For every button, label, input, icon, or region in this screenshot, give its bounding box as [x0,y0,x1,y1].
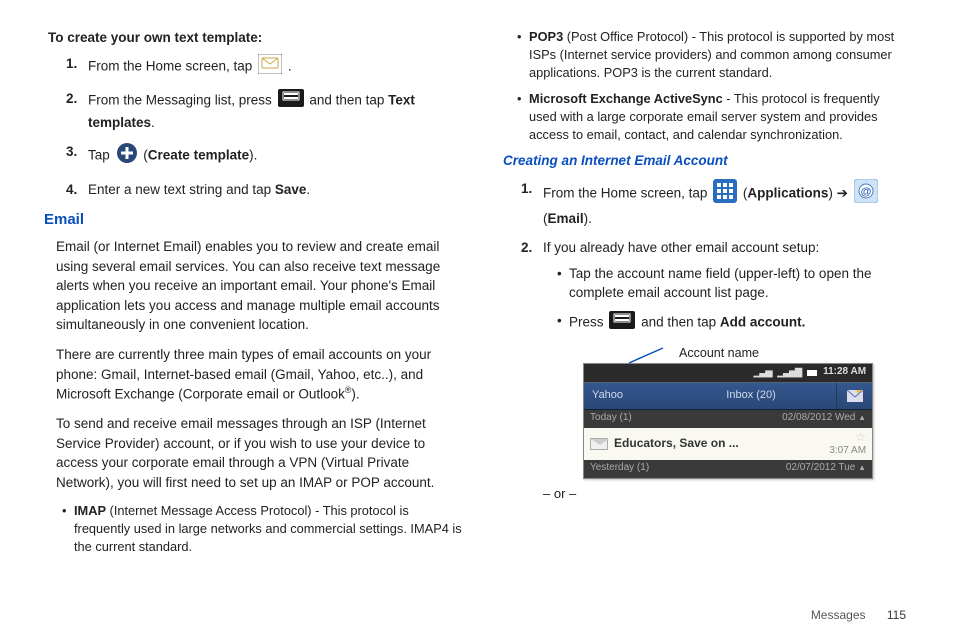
step-4-text-c: . [306,182,310,197]
menu-key-icon [609,311,635,335]
svg-text:@: @ [860,186,871,198]
meas-bullet: Microsoft Exchange ActiveSync - This pro… [517,90,906,144]
rstep-1-f: Email [548,211,584,226]
step-1-text-a: From the Home screen, tap [88,58,256,73]
imap-bullet: IMAP (Internet Message Access Protocol) … [62,502,463,556]
footer-page-number: 115 [887,608,906,622]
step-4-bold: Save [275,182,307,197]
sub-bullet-2: Press and then tap Add account. [557,311,906,335]
creating-account-heading: Creating an Internet Email Account [503,151,906,171]
page-footer: Messages 115 [811,608,906,622]
battery-icon [807,370,817,376]
messaging-icon [258,54,282,80]
email-time: 3:07 AM [829,445,866,456]
step-4-text-a: Enter a new text string and tap [88,182,275,197]
date-group-yesterday[interactable]: Yesterday (1) 02/07/2012 Tue ▲ [584,460,872,478]
step-2-text-a: From the Messaging list, press [88,92,276,107]
inbox-label[interactable]: Inbox (20) [666,388,836,404]
step-3: 3. Tap (Create template). [66,142,463,170]
email-subject: Educators, Save on ... [614,435,823,452]
status-bar: ▁▃▅ ▁▃▅▇ 11:28 AM [584,364,872,382]
signal-icon: ▁▃▅ [754,366,772,379]
step-2: 2. From the Messaging list, press and th… [66,89,463,132]
step-2-text-d: . [151,115,155,130]
rstep-1-c: Applications [747,185,828,200]
step-3-text-d: ). [249,148,257,163]
signal-icon-2: ▁▃▅▇ [777,366,801,379]
or-note: – or – [503,485,906,504]
email-para-3: To send and receive email messages throu… [48,414,463,492]
annotation-text: Account name [679,344,759,362]
step-1-text-b: . [288,58,292,73]
status-time: 11:28 AM [823,365,866,380]
annotation-label: Account name [503,344,906,360]
step-3-bold: Create template [148,148,249,163]
account-name-field[interactable]: Yahoo [584,388,666,404]
email-para-1: Email (or Internet Email) enables you to… [48,237,463,335]
email-heading: Email [44,209,463,231]
create-add-icon [116,142,138,170]
email-para-2: There are currently three main types of … [48,345,463,404]
rstep-2-text: If you already have other email account … [543,240,819,255]
step-3-text-a: Tap [88,148,114,163]
instruction-title: To create your own text template: [48,28,463,48]
steps-list-right: 1. From the Home screen, tap (Applicatio… [503,179,906,334]
envelope-icon [590,438,608,450]
star-icon[interactable]: ☆ [855,430,866,444]
apps-grid-icon [713,179,737,209]
rstep-1-g: ). [584,211,592,226]
step-1: 1. From the Home screen, tap . [66,54,463,80]
rstep-2: 2. If you already have other email accou… [521,238,906,334]
step-4: 4. Enter a new text string and tap Save. [66,180,463,200]
pop3-bullet: POP3 (Post Office Protocol) - This proto… [517,28,906,82]
account-bar: Yahoo Inbox (20) [584,382,872,410]
step-2-text-b: and then tap [309,92,388,107]
rstep-1-a: From the Home screen, tap [543,185,711,200]
compose-icon[interactable] [836,383,872,409]
email-row[interactable]: Educators, Save on ... ☆ 3:07 AM [584,428,872,460]
menu-key-icon [278,89,304,113]
email-app-icon: @ [854,179,878,209]
email-app-screenshot: ▁▃▅ ▁▃▅▇ 11:28 AM Yahoo Inbox (20) Today… [583,363,873,479]
sub-bullet-1: Tap the account name field (upper-left) … [557,264,906,303]
rstep-1: 1. From the Home screen, tap (Applicatio… [521,179,906,228]
steps-list: 1. From the Home screen, tap . 2. From t… [48,54,463,200]
footer-section: Messages [811,608,866,622]
date-group-today[interactable]: Today (1) 02/08/2012 Wed ▲ [584,410,872,428]
rstep-1-d: ) ➔ [828,185,851,200]
